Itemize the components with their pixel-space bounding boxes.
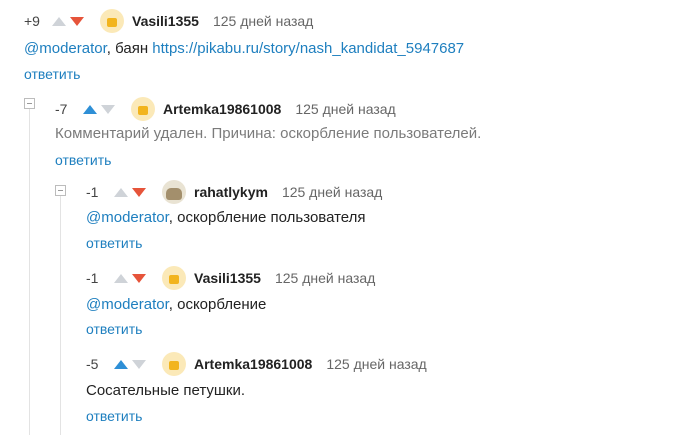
comment-header: -7 Artemka19861008 125 дней назад: [55, 97, 396, 121]
vote-controls: [114, 187, 146, 197]
reply-button[interactable]: ответить: [55, 152, 111, 168]
comment-rating: -7: [55, 101, 68, 117]
comment-body: Комментарий удален. Причина: оскорбление…: [55, 125, 481, 142]
default-avatar-icon[interactable]: [100, 9, 124, 33]
comment-header: -1 rahatlykym 125 дней назад: [86, 180, 382, 204]
comment-body: Сосательные петушки.: [86, 382, 245, 399]
comment-rating: -1: [86, 270, 99, 286]
downvote-arrow-icon[interactable]: [101, 104, 115, 114]
comment-body: @moderator, оскорбление пользователя: [86, 209, 366, 226]
comment-date[interactable]: 125 дней назад: [295, 101, 395, 117]
comment-header: -1 Vasili1355 125 дней назад: [86, 266, 375, 290]
comment-rating: -1: [86, 184, 99, 200]
default-avatar-icon[interactable]: [162, 266, 186, 290]
user-mention-link[interactable]: @moderator: [86, 296, 169, 313]
default-avatar-icon[interactable]: [131, 97, 155, 121]
comment-date[interactable]: 125 дней назад: [282, 184, 382, 200]
vote-controls: [114, 359, 146, 369]
story-link[interactable]: https://pikabu.ru/story/nash_kandidat_59…: [152, 40, 464, 57]
user-mention-link[interactable]: @moderator: [86, 209, 169, 226]
comment-date[interactable]: 125 дней назад: [275, 270, 375, 286]
downvote-arrow-icon[interactable]: [70, 16, 84, 26]
thread-line-level1: [29, 108, 30, 435]
upvote-arrow-icon[interactable]: [114, 273, 128, 283]
reply-button[interactable]: ответить: [86, 235, 142, 251]
vote-controls: [83, 104, 115, 114]
comment-rating: +9: [24, 13, 40, 29]
reply-button[interactable]: ответить: [24, 66, 80, 82]
comment-text: , оскорбление: [168, 296, 267, 313]
reply-button[interactable]: ответить: [86, 408, 142, 424]
reply-button[interactable]: ответить: [86, 321, 142, 337]
downvote-arrow-icon[interactable]: [132, 273, 146, 283]
comment-text: , оскорбление пользователя: [168, 209, 366, 226]
upvote-arrow-icon[interactable]: [83, 104, 97, 114]
user-mention-link[interactable]: @moderator: [24, 40, 107, 57]
downvote-arrow-icon[interactable]: [132, 187, 146, 197]
collapse-thread-toggle[interactable]: [24, 98, 35, 109]
vote-controls: [52, 16, 84, 26]
collapse-thread-toggle[interactable]: [55, 185, 66, 196]
comment-author[interactable]: rahatlykym: [194, 184, 268, 200]
comment-date[interactable]: 125 дней назад: [326, 356, 426, 372]
default-avatar-icon[interactable]: [162, 352, 186, 376]
comment-author[interactable]: Artemka19861008: [163, 101, 281, 117]
vote-controls: [114, 273, 146, 283]
upvote-arrow-icon[interactable]: [52, 16, 66, 26]
comment-author[interactable]: Vasili1355: [132, 13, 199, 29]
cat-avatar-icon[interactable]: [162, 180, 186, 204]
comment-header: +9 Vasili1355 125 дней назад: [24, 9, 313, 33]
comment-date[interactable]: 125 дней назад: [213, 13, 313, 29]
upvote-arrow-icon[interactable]: [114, 187, 128, 197]
comment-text: Комментарий удален. Причина: оскорбление…: [55, 125, 482, 142]
comment-author[interactable]: Vasili1355: [194, 270, 261, 286]
comment-body: @moderator, оскорбление: [86, 296, 266, 313]
comment-author[interactable]: Artemka19861008: [194, 356, 312, 372]
upvote-arrow-icon[interactable]: [114, 359, 128, 369]
comment-text: Сосательные петушки.: [86, 382, 246, 399]
downvote-arrow-icon[interactable]: [132, 359, 146, 369]
comment-body: @moderator, баян https://pikabu.ru/story…: [24, 40, 464, 57]
comment-rating: -5: [86, 356, 99, 372]
comment-text: , баян: [106, 40, 153, 57]
comment-header: -5 Artemka19861008 125 дней назад: [86, 352, 427, 376]
thread-line-level2: [60, 196, 61, 435]
